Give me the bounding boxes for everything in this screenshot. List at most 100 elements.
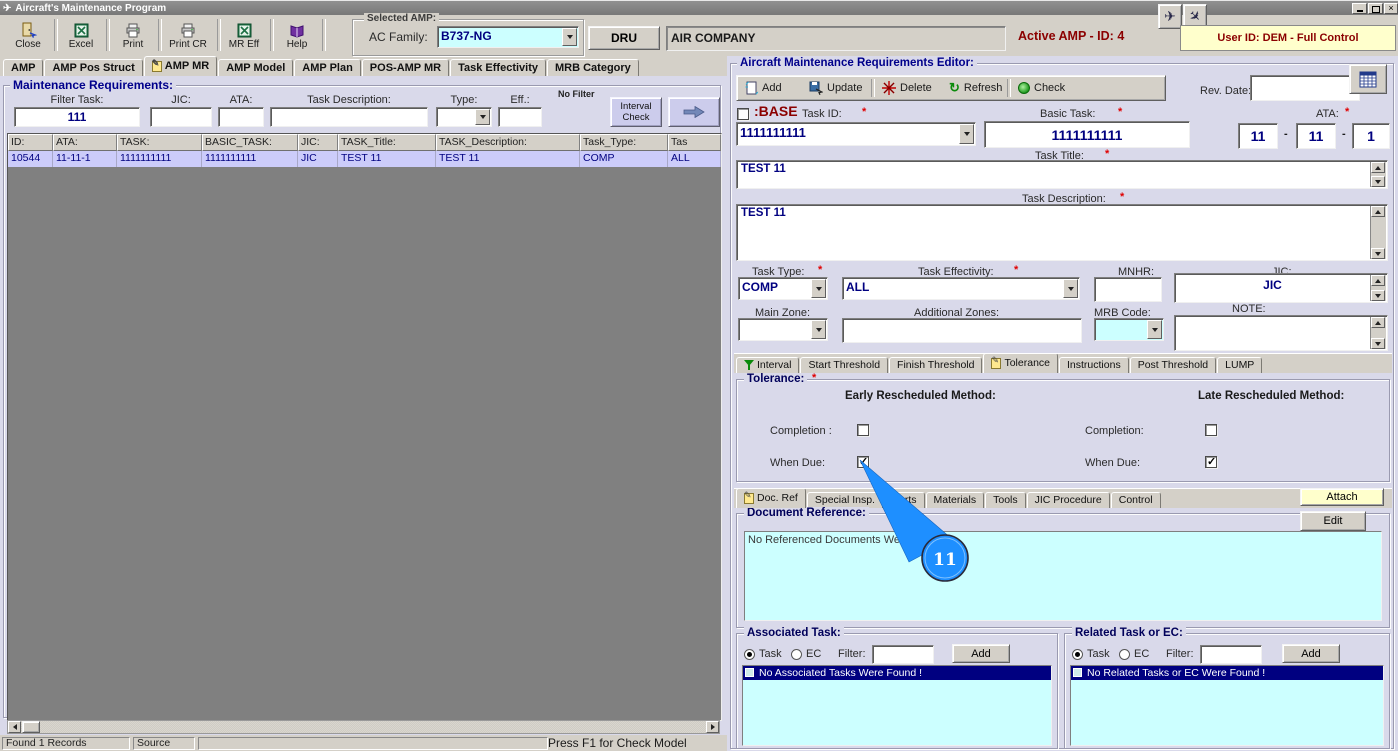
hscroll-thumb[interactable] <box>22 721 40 733</box>
dru-button[interactable]: DRU <box>588 26 660 50</box>
tab-post-threshold[interactable]: Post Threshold <box>1129 357 1217 373</box>
tab-amp-mr[interactable]: AMP MR <box>143 56 218 76</box>
vertical-scrollbar[interactable] <box>1370 275 1386 301</box>
mrb-code-select[interactable] <box>1094 318 1164 341</box>
tab-amp-model[interactable]: AMP Model <box>218 59 294 76</box>
grid-header[interactable]: TASK_Title: <box>338 134 436 151</box>
scroll-left-button[interactable] <box>8 721 21 733</box>
go-arrow-button[interactable] <box>668 97 720 127</box>
grid-header[interactable]: TASK_Description: <box>436 134 580 151</box>
task-title-textarea[interactable]: TEST 11 <box>736 160 1388 189</box>
excel-button[interactable]: Excel <box>57 17 105 55</box>
edit-button[interactable]: Edit <box>1300 511 1366 531</box>
tab-tools[interactable]: Tools <box>985 492 1026 508</box>
tab-amp-pos-struct[interactable]: AMP Pos Struct <box>44 59 143 76</box>
attach-button[interactable]: Attach <box>1300 488 1384 506</box>
tab-interval[interactable]: Interval <box>736 357 800 373</box>
grid-header[interactable]: TASK: <box>117 134 202 151</box>
grid-header[interactable]: Tas <box>668 134 721 151</box>
refresh-button[interactable]: ↻ Refresh <box>945 78 1006 98</box>
tab-mrb-category[interactable]: MRB Category <box>547 59 639 76</box>
early-completion-checkbox[interactable] <box>857 424 869 436</box>
scroll-up-button[interactable] <box>1371 162 1385 173</box>
tab-pos-amp-mr[interactable]: POS-AMP MR <box>361 59 450 76</box>
filter-ata-input[interactable] <box>218 107 264 127</box>
restore-button[interactable] <box>1368 3 1383 14</box>
grid-header[interactable]: ATA: <box>53 134 117 151</box>
ac-family-select[interactable]: B737-NG <box>437 26 579 48</box>
vertical-scrollbar[interactable] <box>1370 206 1386 259</box>
scroll-up-button[interactable] <box>1371 206 1385 217</box>
grid-header[interactable]: Task_Type: <box>580 134 668 151</box>
dropdown-button[interactable] <box>811 279 826 298</box>
row-checkbox[interactable] <box>1073 668 1082 677</box>
early-when-due-checkbox[interactable] <box>857 455 869 468</box>
associated-add-button[interactable]: Add <box>952 644 1010 663</box>
tab-parts[interactable]: Parts <box>883 492 925 508</box>
mr-grid[interactable]: ID: ATA: TASK: BASIC_TASK: JIC: TASK_Tit… <box>7 133 722 721</box>
filter-desc-input[interactable] <box>270 107 428 127</box>
tab-start-threshold[interactable]: Start Threshold <box>800 357 889 373</box>
tab-jic-procedure[interactable]: JIC Procedure <box>1026 492 1110 508</box>
task-id-select[interactable]: 1111111111 <box>736 122 976 146</box>
vertical-scrollbar[interactable] <box>1370 162 1386 187</box>
filter-eff-input[interactable] <box>498 107 542 127</box>
tab-control[interactable]: Control <box>1110 492 1161 508</box>
calendar-button[interactable] <box>1349 64 1387 94</box>
main-zone-select[interactable] <box>738 318 828 341</box>
company-field[interactable]: AIR COMPANY <box>666 26 1006 51</box>
note-textarea[interactable] <box>1174 315 1388 351</box>
mr-eff-button[interactable]: MR Eff <box>220 17 268 55</box>
mnhr-field[interactable] <box>1094 277 1162 302</box>
close-window-button[interactable]: × <box>1384 3 1398 14</box>
rev-date-field[interactable] <box>1250 75 1360 101</box>
associated-task-radio[interactable] <box>744 649 755 660</box>
delete-button[interactable]: Delete <box>878 78 936 98</box>
list-item[interactable]: No Associated Tasks Were Found ! <box>743 666 1051 680</box>
base-checkbox[interactable] <box>737 108 749 120</box>
dropdown-button[interactable] <box>959 124 974 144</box>
associated-task-list[interactable]: No Associated Tasks Were Found ! <box>742 665 1052 746</box>
add-button[interactable]: Add <box>741 78 786 98</box>
tab-doc-ref[interactable]: Doc. Ref <box>736 488 806 508</box>
dropdown-button[interactable] <box>475 109 490 125</box>
late-completion-checkbox[interactable] <box>1205 424 1217 436</box>
tab-task-effectivity[interactable]: Task Effectivity <box>450 59 546 76</box>
ata-field-3[interactable]: 1 <box>1352 123 1390 149</box>
dropdown-button[interactable] <box>811 320 826 339</box>
tab-materials[interactable]: Materials <box>925 492 985 508</box>
scroll-up-button[interactable] <box>1371 317 1385 328</box>
interval-check-button[interactable]: Interval Check <box>610 97 662 127</box>
list-item[interactable]: No Related Tasks or EC Were Found ! <box>1071 666 1383 680</box>
task-type-select[interactable]: COMP <box>738 277 828 300</box>
filter-jic-input[interactable] <box>150 107 212 127</box>
vertical-scrollbar[interactable] <box>1370 317 1386 349</box>
tab-special-insp[interactable]: Special Insp. <box>806 492 883 508</box>
ata-field-2[interactable]: 11 <box>1296 123 1336 149</box>
related-task-radio[interactable] <box>1072 649 1083 660</box>
basic-task-field[interactable]: 1111111111 <box>984 121 1190 148</box>
row-checkbox[interactable] <box>745 668 754 677</box>
check-button[interactable]: Check <box>1014 78 1069 98</box>
grid-header[interactable]: ID: <box>8 134 53 151</box>
document-reference-list[interactable]: No Referenced Documents Were Found ! <box>744 531 1382 621</box>
related-filter-input[interactable] <box>1200 645 1262 664</box>
tab-finish-threshold[interactable]: Finish Threshold <box>889 357 983 373</box>
airplane-tool-button-1[interactable]: ✈ <box>1158 4 1182 29</box>
print-button[interactable]: Print <box>109 17 157 55</box>
grid-header[interactable]: JIC: <box>298 134 338 151</box>
tab-tolerance[interactable]: Tolerance <box>983 353 1058 373</box>
scroll-down-button[interactable] <box>1371 338 1385 349</box>
jic-textarea[interactable]: JIC <box>1174 273 1388 303</box>
related-add-button[interactable]: Add <box>1282 644 1340 663</box>
task-effectivity-select[interactable]: ALL <box>842 277 1080 300</box>
print-cr-button[interactable]: Print CR <box>161 17 215 55</box>
tab-lump[interactable]: LUMP <box>1217 357 1263 373</box>
scroll-right-button[interactable] <box>706 721 719 733</box>
dropdown-button[interactable] <box>1063 279 1078 298</box>
late-when-due-checkbox[interactable] <box>1205 455 1217 468</box>
tab-amp[interactable]: AMP <box>3 59 44 76</box>
related-ec-radio[interactable] <box>1119 649 1130 660</box>
table-row[interactable]: 10544 11-11-1 1111111111 1111111111 JIC … <box>8 151 721 167</box>
tab-instructions[interactable]: Instructions <box>1059 357 1129 373</box>
